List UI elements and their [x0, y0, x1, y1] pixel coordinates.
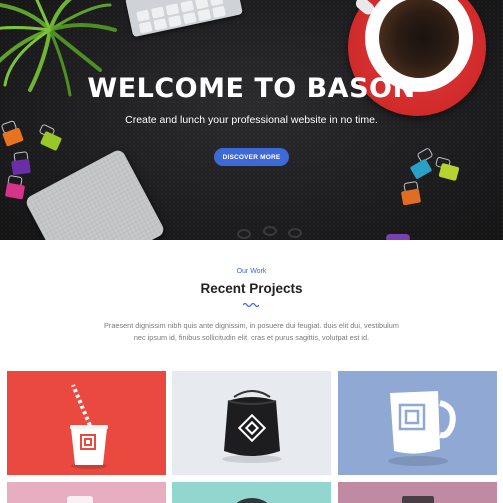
- section-description: Praesent dignissim nibh quis ante dignis…: [104, 321, 399, 342]
- pink-project-image: [67, 496, 93, 503]
- paper-cup-image: [70, 384, 108, 469]
- project-tile-mauve[interactable]: [338, 482, 497, 503]
- binder-clip-magenta: [4, 182, 26, 200]
- hero-title: WELCOME TO BASON: [87, 73, 416, 104]
- project-tile-teal[interactable]: [172, 482, 331, 503]
- binder-clip-purple: [11, 158, 31, 176]
- project-tile-drawstring-bag[interactable]: [172, 371, 331, 475]
- discover-more-button[interactable]: DISCOVER MORE: [214, 148, 289, 166]
- scissors-decoration: [288, 228, 302, 238]
- mauve-project-image: [402, 496, 434, 503]
- scissors-decoration: [263, 226, 277, 236]
- hero-section: WELCOME TO BASON Create and lunch your p…: [0, 0, 503, 240]
- wave-divider-icon: [243, 302, 259, 308]
- project-tile-mug[interactable]: [338, 371, 497, 475]
- project-tile-pink[interactable]: [7, 482, 166, 503]
- project-tile-paper-cup[interactable]: [7, 371, 166, 475]
- hero-subtitle: Create and lunch your professional websi…: [125, 114, 378, 126]
- section-eyebrow: Our Work: [236, 268, 267, 275]
- scissors-decoration: [237, 229, 251, 239]
- mug-image: [388, 391, 456, 466]
- drawstring-bag-image: [222, 390, 282, 463]
- section-title: Recent Projects: [200, 281, 303, 296]
- marker-decoration: [386, 234, 410, 240]
- coffee-decoration: [379, 0, 459, 78]
- teal-project-image: [236, 498, 268, 503]
